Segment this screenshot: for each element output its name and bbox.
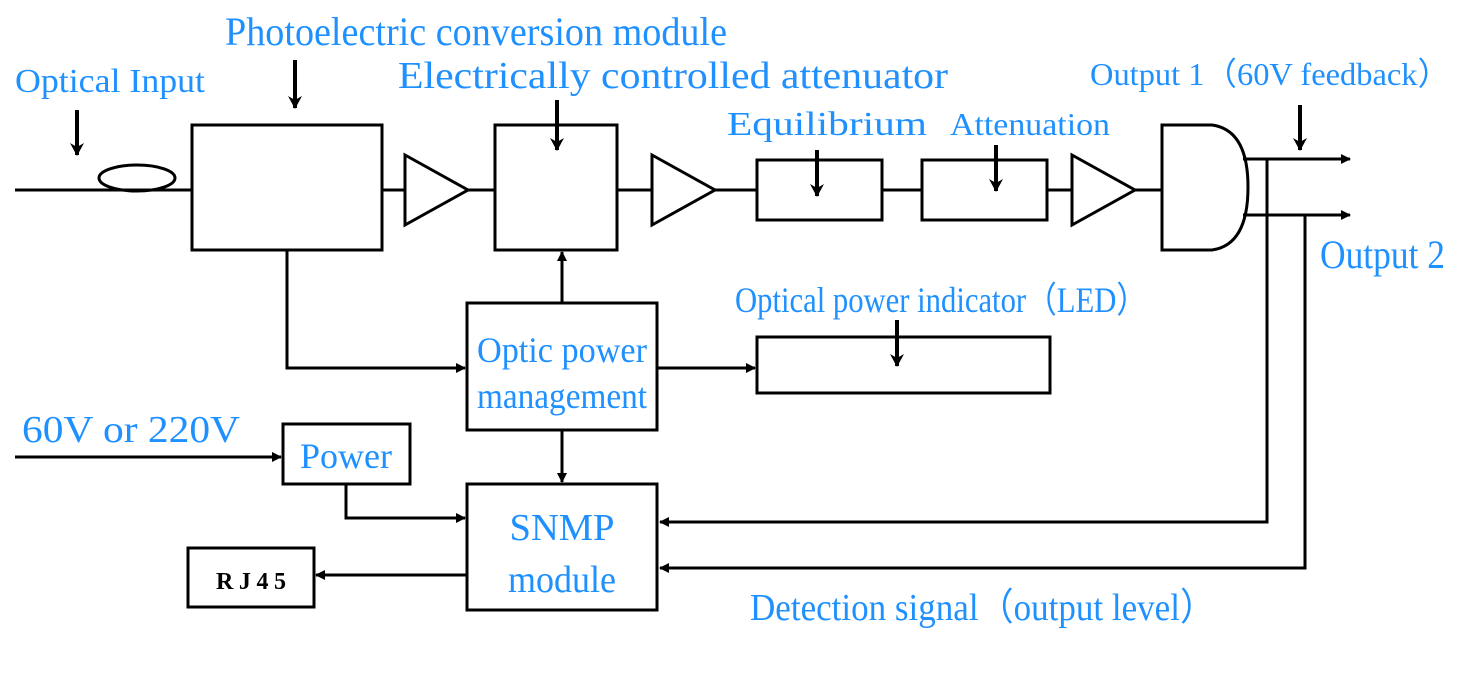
photoelectric-label: Photoelectric conversion module: [225, 9, 727, 54]
amplifier-3: [1070, 152, 1139, 228]
led-indicator-box: [755, 335, 1052, 395]
fiber-coil: [97, 163, 177, 193]
attenuation-box: [920, 158, 1049, 222]
module-label: module: [508, 559, 616, 601]
equilibrium-box: [755, 158, 884, 222]
management-label: management: [477, 376, 647, 416]
attenuator-label: Electrically controlled attenuator: [398, 55, 948, 97]
splitter-shape: [1160, 123, 1250, 252]
output-2-label: Output 2: [1320, 232, 1445, 277]
optical-input-label: Optical Input: [15, 63, 206, 100]
amplifier-1: [403, 152, 472, 228]
led-label: Optical power indicator（LED）: [735, 280, 1147, 320]
rj45-box: [186, 546, 316, 609]
snmp-label: SNMP: [510, 507, 615, 549]
output-1-label: Output 1（60V feedback）: [1090, 56, 1450, 92]
attenuation-label: Attenuation: [950, 106, 1110, 142]
equilibrium-label: Equilibrium: [727, 106, 927, 143]
amplifier-2: [650, 152, 719, 228]
photoelectric-module-box: [190, 123, 384, 252]
detection-label: Detection signal（output level）: [750, 587, 1215, 629]
power-label: Power: [300, 436, 392, 476]
optic-power-label: Optic power: [477, 330, 647, 370]
block-diagram: Optical Input Photoelectric conversion m…: [15, 9, 1450, 629]
supply-label: 60V or 220V: [22, 409, 241, 451]
